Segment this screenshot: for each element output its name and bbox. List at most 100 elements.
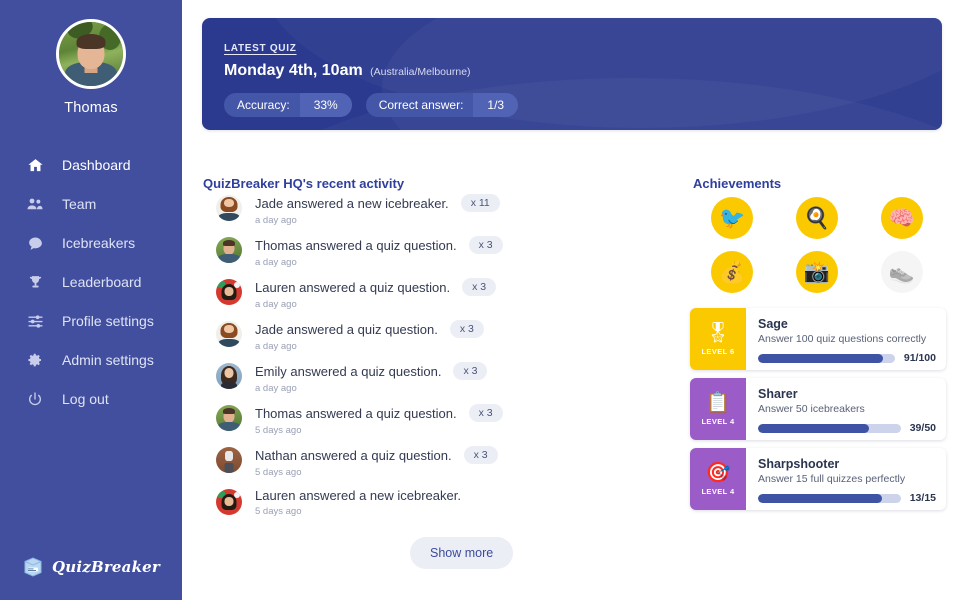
progress-bar-fill: [758, 353, 883, 363]
activity-item-body: Jade answered a quiz question. x 3 a day a…: [255, 320, 656, 352]
activity-item[interactable]: Lauren answered a new icebreaker. 5 days …: [216, 488, 656, 530]
activity-item[interactable]: Jade answered a quiz question. x 3 a day a…: [216, 320, 656, 362]
latest-quiz-stats: Accuracy: 33% Correct answer: 1/3: [224, 93, 519, 117]
activity-item-time: a day ago: [255, 257, 297, 268]
lauren-avatar: [216, 279, 242, 305]
moneybag-badge-icon[interactable]: 💰: [711, 251, 754, 293]
brand-logo: QuizBreaker: [0, 556, 182, 578]
progress-bar-fill: [758, 423, 870, 433]
sidebar-item-icebreakers[interactable]: Icebreakers: [0, 224, 182, 262]
shoe-badge-icon[interactable]: 👟: [880, 251, 923, 293]
activity-item-body: Emily answered a quiz question. x 3 a day …: [255, 362, 656, 394]
correct-answer-stat-pill: Correct answer: 1/3: [365, 93, 519, 117]
sidebar-item-label: Team: [62, 196, 97, 212]
sidebar-item-label: Profile settings: [62, 313, 154, 329]
activity-item-text: Emily answered a quiz question.: [255, 363, 442, 379]
achievement-progress: 91/100: [758, 352, 936, 364]
activity-item-time: a day ago: [255, 299, 297, 310]
power-icon: [24, 389, 46, 409]
activity-item-body: Lauren answered a new icebreaker. 5 days …: [255, 488, 656, 517]
activity-item-text: Nathan answered a quiz question.: [255, 447, 452, 463]
activity-item-body: Thomas answered a quiz question. x 3 5 day…: [255, 404, 656, 436]
accuracy-value: 33%: [299, 93, 352, 117]
sidebar-item-team[interactable]: Team: [0, 185, 182, 223]
sidebar-item-profile-settings[interactable]: Profile settings: [0, 302, 182, 340]
activity-item[interactable]: Nathan answered a quiz question. x 3 5 day…: [216, 446, 656, 488]
sidebar-item-admin-settings[interactable]: Admin settings: [0, 341, 182, 379]
achievement-card[interactable]: 📋 LEVEL 4 Sharer Answer 50 icebreakers 39/50: [690, 378, 946, 440]
achievement-name: Sage: [758, 317, 788, 331]
achievements-section-title: Achievements: [693, 176, 782, 191]
app-root: Thomas Dashboard Team Icebreakers Leaderboa…: [0, 0, 960, 600]
sidebar-item-label: Leaderboard: [62, 274, 142, 290]
achievement-level-tile: 🎯 LEVEL 4: [690, 448, 746, 510]
chat-icon: [24, 233, 46, 253]
latest-quiz-timezone: (Australia/Melbourne): [370, 66, 471, 78]
activity-item[interactable]: Lauren answered a quiz question. x 3 a day…: [216, 278, 656, 320]
achievement-progress: 39/50: [758, 422, 936, 434]
sliders-icon: [24, 311, 46, 331]
gear-icon: [24, 350, 46, 370]
sidebar-item-dashboard[interactable]: Dashboard: [0, 146, 182, 184]
activity-item-line: Emily answered a quiz question. x 3: [255, 362, 656, 380]
achievement-medal-icon: 🎯: [705, 461, 731, 484]
thomas-avatar: [216, 405, 242, 431]
brain-badge-icon[interactable]: 🧠: [880, 197, 923, 239]
activity-item-text: Lauren answered a quiz question.: [255, 279, 451, 295]
achievement-count: 91/100: [903, 352, 936, 364]
achievement-details: Sage Answer 100 quiz questions correctly 9…: [746, 308, 946, 370]
achievement-card-list: 🎖 LEVEL 6 Sage Answer 100 quiz questions co…: [690, 308, 946, 518]
activity-item-time: 5 days ago: [255, 467, 302, 478]
activity-item[interactable]: Emily answered a quiz question. x 3 a day …: [216, 362, 656, 404]
egg-badge-icon[interactable]: 🍳: [795, 197, 838, 239]
main-content: LATEST QUIZ Monday 4th, 10am (Australia/…: [182, 0, 960, 600]
achievement-name: Sharpshooter: [758, 457, 840, 471]
achievement-card[interactable]: 🎖 LEVEL 6 Sage Answer 100 quiz questions co…: [690, 308, 946, 370]
activity-item-line: Nathan answered a quiz question. x 3: [255, 446, 656, 464]
activity-item-text: Thomas answered a quiz question.: [255, 237, 457, 253]
progress-bar-track: [758, 493, 901, 503]
activity-item-count: x 11: [460, 194, 500, 212]
sidebar-item-leaderboard[interactable]: Leaderboard: [0, 263, 182, 301]
sidebar-item-label: Icebreakers: [62, 235, 136, 251]
achievement-progress: 13/15: [758, 492, 936, 504]
sidebar-item-log-out[interactable]: Log out: [0, 380, 182, 418]
activity-item-time: a day ago: [255, 215, 297, 226]
activity-item-body: Nathan answered a quiz question. x 3 5 day…: [255, 446, 656, 478]
activity-item[interactable]: Jade answered a new icebreaker. x 11 a day…: [216, 194, 656, 236]
thomas-avatar: [216, 237, 242, 263]
avatar-hair: [76, 34, 106, 49]
home-icon: [24, 155, 46, 175]
sidebar-user-name: Thomas: [64, 100, 118, 116]
avatar[interactable]: [56, 19, 126, 89]
activity-section-title: QuizBreaker HQ's recent activity: [203, 176, 405, 191]
achievement-level-label: LEVEL 6: [701, 346, 735, 356]
sidebar-nav: Dashboard Team Icebreakers Leaderboard Profi…: [0, 146, 182, 419]
achievement-medal-icon: 📋: [705, 391, 731, 414]
jade-avatar: [216, 195, 242, 221]
sidebar: Thomas Dashboard Team Icebreakers Leaderboa…: [0, 0, 182, 600]
achievement-card[interactable]: 🎯 LEVEL 4 Sharpshooter Answer 15 full quizz…: [690, 448, 946, 510]
activity-item-line: Jade answered a quiz question. x 3: [255, 320, 656, 338]
show-more-button[interactable]: Show more: [410, 537, 514, 569]
achievement-description: Answer 100 quiz questions correctly: [758, 333, 927, 345]
activity-item-time: 5 days ago: [255, 425, 302, 436]
activity-item[interactable]: Thomas answered a quiz question. x 3 5 day…: [216, 404, 656, 446]
activity-item-time: a day ago: [255, 383, 297, 394]
activity-item-text: Jade answered a quiz question.: [255, 321, 438, 337]
achievement-details: Sharer Answer 50 icebreakers 39/50: [746, 378, 946, 440]
bird-badge-icon[interactable]: 🐦: [711, 197, 754, 239]
activity-item[interactable]: Thomas answered a quiz question. x 3 a day…: [216, 236, 656, 278]
sidebar-item-label: Admin settings: [62, 352, 154, 368]
achievement-level-label: LEVEL 4: [701, 416, 735, 426]
progress-bar-track: [758, 423, 901, 433]
achievement-level-tile: 📋 LEVEL 4: [690, 378, 746, 440]
activity-item-body: Lauren answered a quiz question. x 3 a day…: [255, 278, 656, 310]
correct-answer-value: 1/3: [473, 93, 519, 117]
trophy-icon: [24, 272, 46, 292]
brand-name: QuizBreaker: [51, 558, 161, 576]
activity-item-count: x 3: [449, 320, 484, 338]
accuracy-label: Accuracy:: [237, 98, 290, 112]
activity-item-line: Thomas answered a quiz question. x 3: [255, 236, 656, 254]
camera-badge-icon[interactable]: 📸: [795, 251, 838, 293]
